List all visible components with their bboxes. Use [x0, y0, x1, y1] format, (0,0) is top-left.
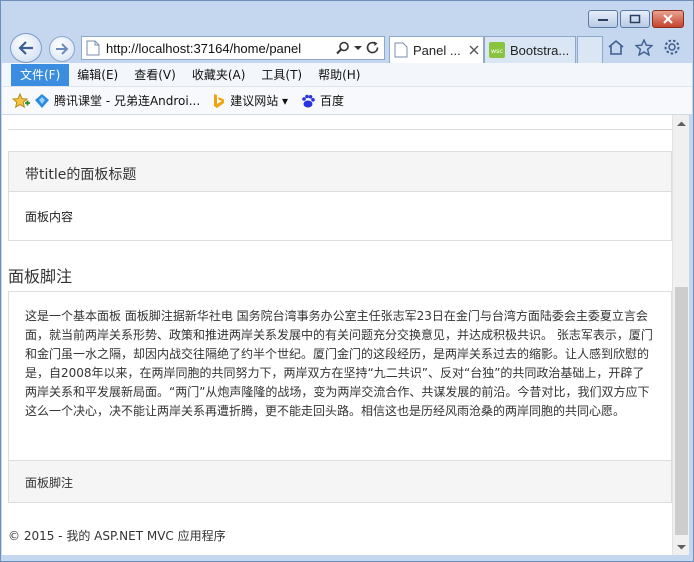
fav-baidu[interactable]: 百度: [300, 92, 344, 109]
panel-heading: 带title的面板标题: [9, 152, 671, 192]
menu-help[interactable]: 帮助(H): [310, 64, 368, 86]
panel-body: 这是一个基本面板 面板脚注据新华社电 国务院台湾事务办公室主任张志军23日在金门…: [25, 309, 653, 418]
star-icon[interactable]: [635, 38, 653, 56]
scroll-up-button[interactable]: [673, 115, 690, 132]
panel-with-title: 带title的面板标题 面板内容: [8, 151, 672, 241]
close-tab-icon[interactable]: [469, 45, 479, 55]
menu-favorites[interactable]: 收藏夹(A): [184, 64, 254, 86]
minimize-button[interactable]: [588, 10, 618, 28]
menu-edit[interactable]: 编辑(E): [69, 64, 126, 86]
home-icon[interactable]: [607, 39, 625, 56]
page-icon: [86, 40, 100, 56]
search-icon[interactable]: [336, 41, 350, 55]
arrow-left-icon: [18, 41, 33, 55]
menu-tools[interactable]: 工具(T): [253, 64, 310, 86]
page-footer: © 2015 - 我的 ASP.NET MVC 应用程序: [8, 529, 226, 543]
chevron-down-icon: [677, 544, 686, 549]
vertical-scrollbar[interactable]: [672, 115, 689, 555]
close-window-button[interactable]: [652, 10, 684, 28]
scroll-down-button[interactable]: [673, 538, 690, 555]
page-icon: [394, 42, 408, 58]
fav-label: 百度: [320, 94, 345, 108]
fav-label: 腾讯课堂 - 兄弟连Androi...: [54, 94, 201, 108]
baidu-paw-icon: [302, 94, 315, 107]
close-icon: [663, 14, 673, 24]
address-bar[interactable]: http://localhost:37164/home/panel: [81, 36, 385, 60]
favorites-bar: 腾讯课堂 - 兄弟连Androi... 建议网站 ▾ 百度: [2, 87, 692, 115]
restore-button[interactable]: [620, 10, 650, 28]
svg-text:wsc: wsc: [491, 47, 504, 55]
new-tab-button[interactable]: [577, 36, 603, 63]
chevron-up-icon: [677, 121, 686, 126]
arrow-right-icon: [56, 43, 69, 55]
gear-icon[interactable]: [663, 38, 681, 56]
fav-tencent-classroom[interactable]: 腾讯课堂 - 兄弟连Androi...: [34, 92, 200, 109]
wsc-logo-icon: wsc: [489, 42, 505, 58]
panel-footer: 面板脚注: [9, 460, 671, 502]
refresh-icon[interactable]: [366, 41, 380, 55]
divider: [8, 129, 672, 130]
scroll-thumb[interactable]: [675, 287, 688, 535]
tab-bootstrap[interactable]: wsc Bootstra...: [484, 36, 576, 63]
browser-tools: [607, 38, 681, 56]
minimize-icon: [598, 19, 608, 21]
browser-window: http://localhost:37164/home/panel Panel …: [0, 0, 694, 562]
fav-label: 建议网站 ▾: [230, 94, 289, 108]
menu-file[interactable]: 文件(F): [11, 63, 70, 86]
restore-icon: [629, 14, 641, 24]
panel-with-footer: 这是一个基本面板 面板脚注据新华社电 国务院台湾事务办公室主任张志军23日在金门…: [8, 291, 672, 503]
menu-view[interactable]: 查看(V): [126, 64, 184, 86]
chevron-down-icon[interactable]: [354, 45, 362, 51]
tab-label: Panel ...: [413, 42, 461, 58]
window-controls: [588, 10, 684, 28]
tab-panel[interactable]: Panel ...: [389, 36, 484, 63]
section-title: 面板脚注: [8, 267, 73, 286]
menu-bar: 文件(F) 编辑(E) 查看(V) 收藏夹(A) 工具(T) 帮助(H): [2, 63, 692, 87]
fav-suggested-sites[interactable]: 建议网站 ▾: [212, 92, 288, 109]
favorites-star-icon[interactable]: [12, 92, 30, 109]
panel-body: 面板内容: [25, 210, 74, 224]
forward-button[interactable]: [49, 36, 75, 62]
back-button[interactable]: [10, 33, 42, 63]
tab-label: Bootstra...: [510, 42, 570, 58]
tencent-classroom-icon: [35, 93, 49, 108]
bing-icon: [214, 93, 225, 108]
address-url[interactable]: http://localhost:37164/home/panel: [106, 41, 336, 56]
page-content: 带title的面板标题 面板内容 面板脚注 这是一个基本面板 面板脚注据新华社电…: [2, 115, 672, 555]
navigation-bar: http://localhost:37164/home/panel Panel …: [1, 33, 693, 63]
